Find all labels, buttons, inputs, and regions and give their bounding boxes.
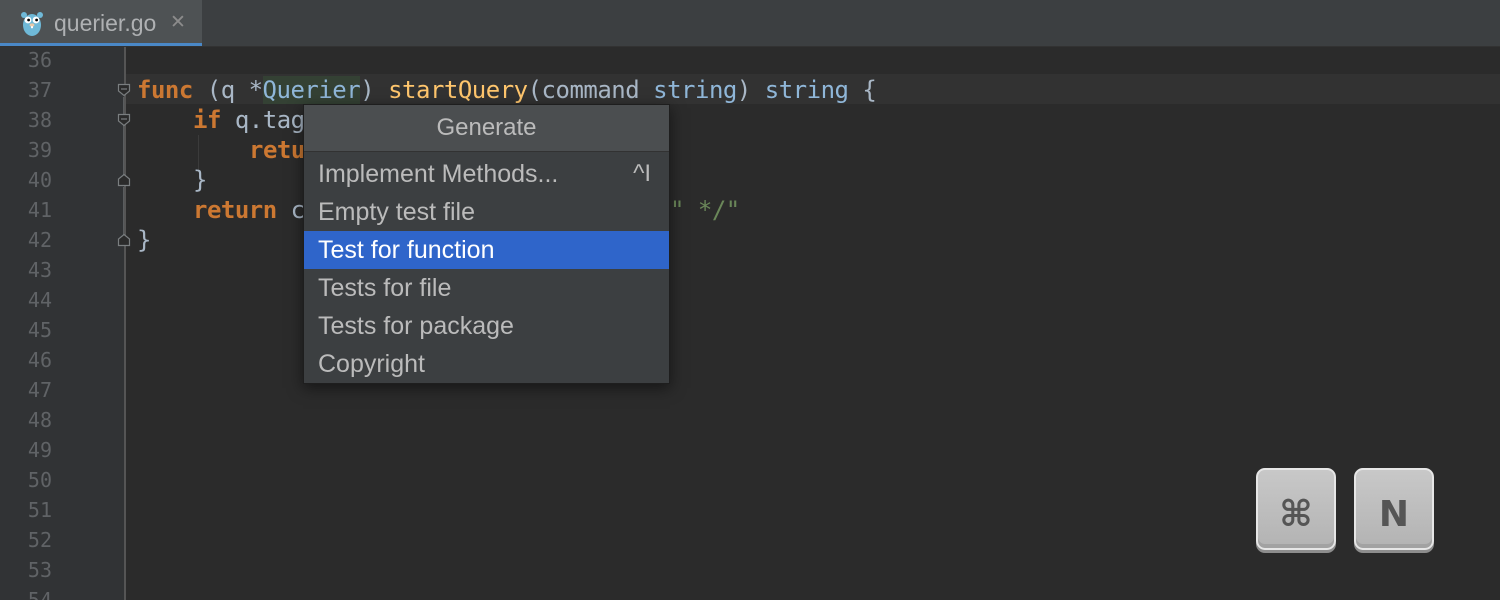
line-number: 39: [27, 138, 52, 162]
code-string-tail: " */": [670, 195, 740, 225]
code-line-37[interactable]: func (q *Querier) startQuery(command str…: [137, 75, 877, 105]
keyword-return: return: [193, 196, 277, 224]
menu-item-empty-test-file[interactable]: Empty test file: [304, 193, 669, 231]
keyword-func: func: [137, 76, 193, 104]
fold-end-icon[interactable]: [117, 173, 131, 187]
line-number: 40: [27, 168, 52, 192]
function-name: startQuery: [388, 76, 528, 104]
menu-item-label: Test for function: [318, 236, 495, 264]
menu-item-copyright[interactable]: Copyright: [304, 345, 669, 383]
keyword-if: if: [193, 106, 221, 134]
n-key-cap: N: [1354, 468, 1434, 550]
line-number: 44: [27, 288, 52, 312]
n-key-label: N: [1378, 494, 1410, 535]
line-number: 45: [27, 318, 52, 342]
menu-item-label: Tests for file: [318, 274, 452, 302]
menu-item-label: Copyright: [318, 350, 425, 378]
code-line-40[interactable]: }: [193, 165, 207, 195]
gopher-icon: [21, 12, 43, 36]
line-number: 50: [27, 468, 52, 492]
line-number: 53: [27, 558, 52, 582]
menu-item-label: Implement Methods...: [318, 160, 559, 188]
command-key-icon: ⌘: [1279, 494, 1313, 535]
fold-collapse-icon[interactable]: [117, 83, 131, 97]
open-brace: {: [848, 76, 877, 104]
line-number: 51: [27, 498, 52, 522]
menu-item-label: Tests for package: [318, 312, 514, 340]
receiver-open: (q *: [192, 76, 263, 104]
popup-title: Generate: [436, 114, 537, 141]
editor-tab-bar: querier.go ✕: [0, 0, 1500, 47]
ide-window: querier.go ✕ 36 37 38 39 40 41 42 43 44 …: [0, 0, 1500, 600]
line-number: 46: [27, 348, 52, 372]
fold-guide: [123, 97, 124, 181]
tab-filename: querier.go: [54, 10, 157, 36]
line-number: 47: [27, 378, 52, 402]
menu-item-label: Empty test file: [318, 198, 475, 226]
condition-text: q.tag: [220, 106, 305, 134]
command-key-cap: ⌘: [1256, 468, 1336, 550]
line-number: 49: [27, 438, 52, 462]
line-number: 42: [27, 228, 52, 252]
menu-item-test-for-function[interactable]: Test for function: [304, 231, 669, 269]
code-line-38[interactable]: if q.tag: [193, 105, 305, 135]
param-type: string: [653, 76, 737, 104]
line-number: 38: [27, 108, 52, 132]
keyword-return: retu: [249, 136, 305, 164]
code-line-42[interactable]: }: [137, 225, 151, 255]
popup-header: Generate: [304, 105, 669, 152]
menu-item-shortcut: ^I: [633, 160, 651, 187]
menu-item-tests-for-package[interactable]: Tests for package: [304, 307, 669, 345]
fold-guide: [123, 187, 124, 237]
receiver-close: ): [360, 76, 389, 104]
menu-item-tests-for-file[interactable]: Tests for file: [304, 269, 669, 307]
line-number: 41: [27, 198, 52, 222]
close-icon[interactable]: ✕: [170, 11, 186, 33]
code-line-39[interactable]: retu: [249, 135, 305, 165]
line-number: 48: [27, 408, 52, 432]
menu-item-implement-methods[interactable]: Implement Methods... ^I: [304, 155, 669, 193]
receiver-type: Querier: [262, 76, 361, 104]
line-number: 54: [27, 588, 52, 600]
generate-popup: Generate Implement Methods... ^I Empty t…: [303, 104, 670, 384]
close-brace: }: [137, 226, 151, 254]
line-number: 36: [27, 48, 52, 72]
line-number: 43: [27, 258, 52, 282]
param-open: (command: [527, 76, 654, 104]
line-number: 52: [27, 528, 52, 552]
param-close: ): [736, 76, 765, 104]
return-expression: c: [276, 196, 305, 224]
tab-querier-go[interactable]: querier.go ✕: [0, 0, 202, 46]
close-brace: }: [193, 166, 207, 194]
return-type: string: [764, 76, 849, 104]
fold-collapse-icon[interactable]: [117, 113, 131, 127]
string-literal-tail: " */": [670, 196, 740, 224]
gutter-divider: [124, 47, 126, 600]
line-number: 37: [27, 78, 52, 102]
fold-end-icon[interactable]: [117, 233, 131, 247]
code-line-41[interactable]: return c: [193, 195, 305, 225]
